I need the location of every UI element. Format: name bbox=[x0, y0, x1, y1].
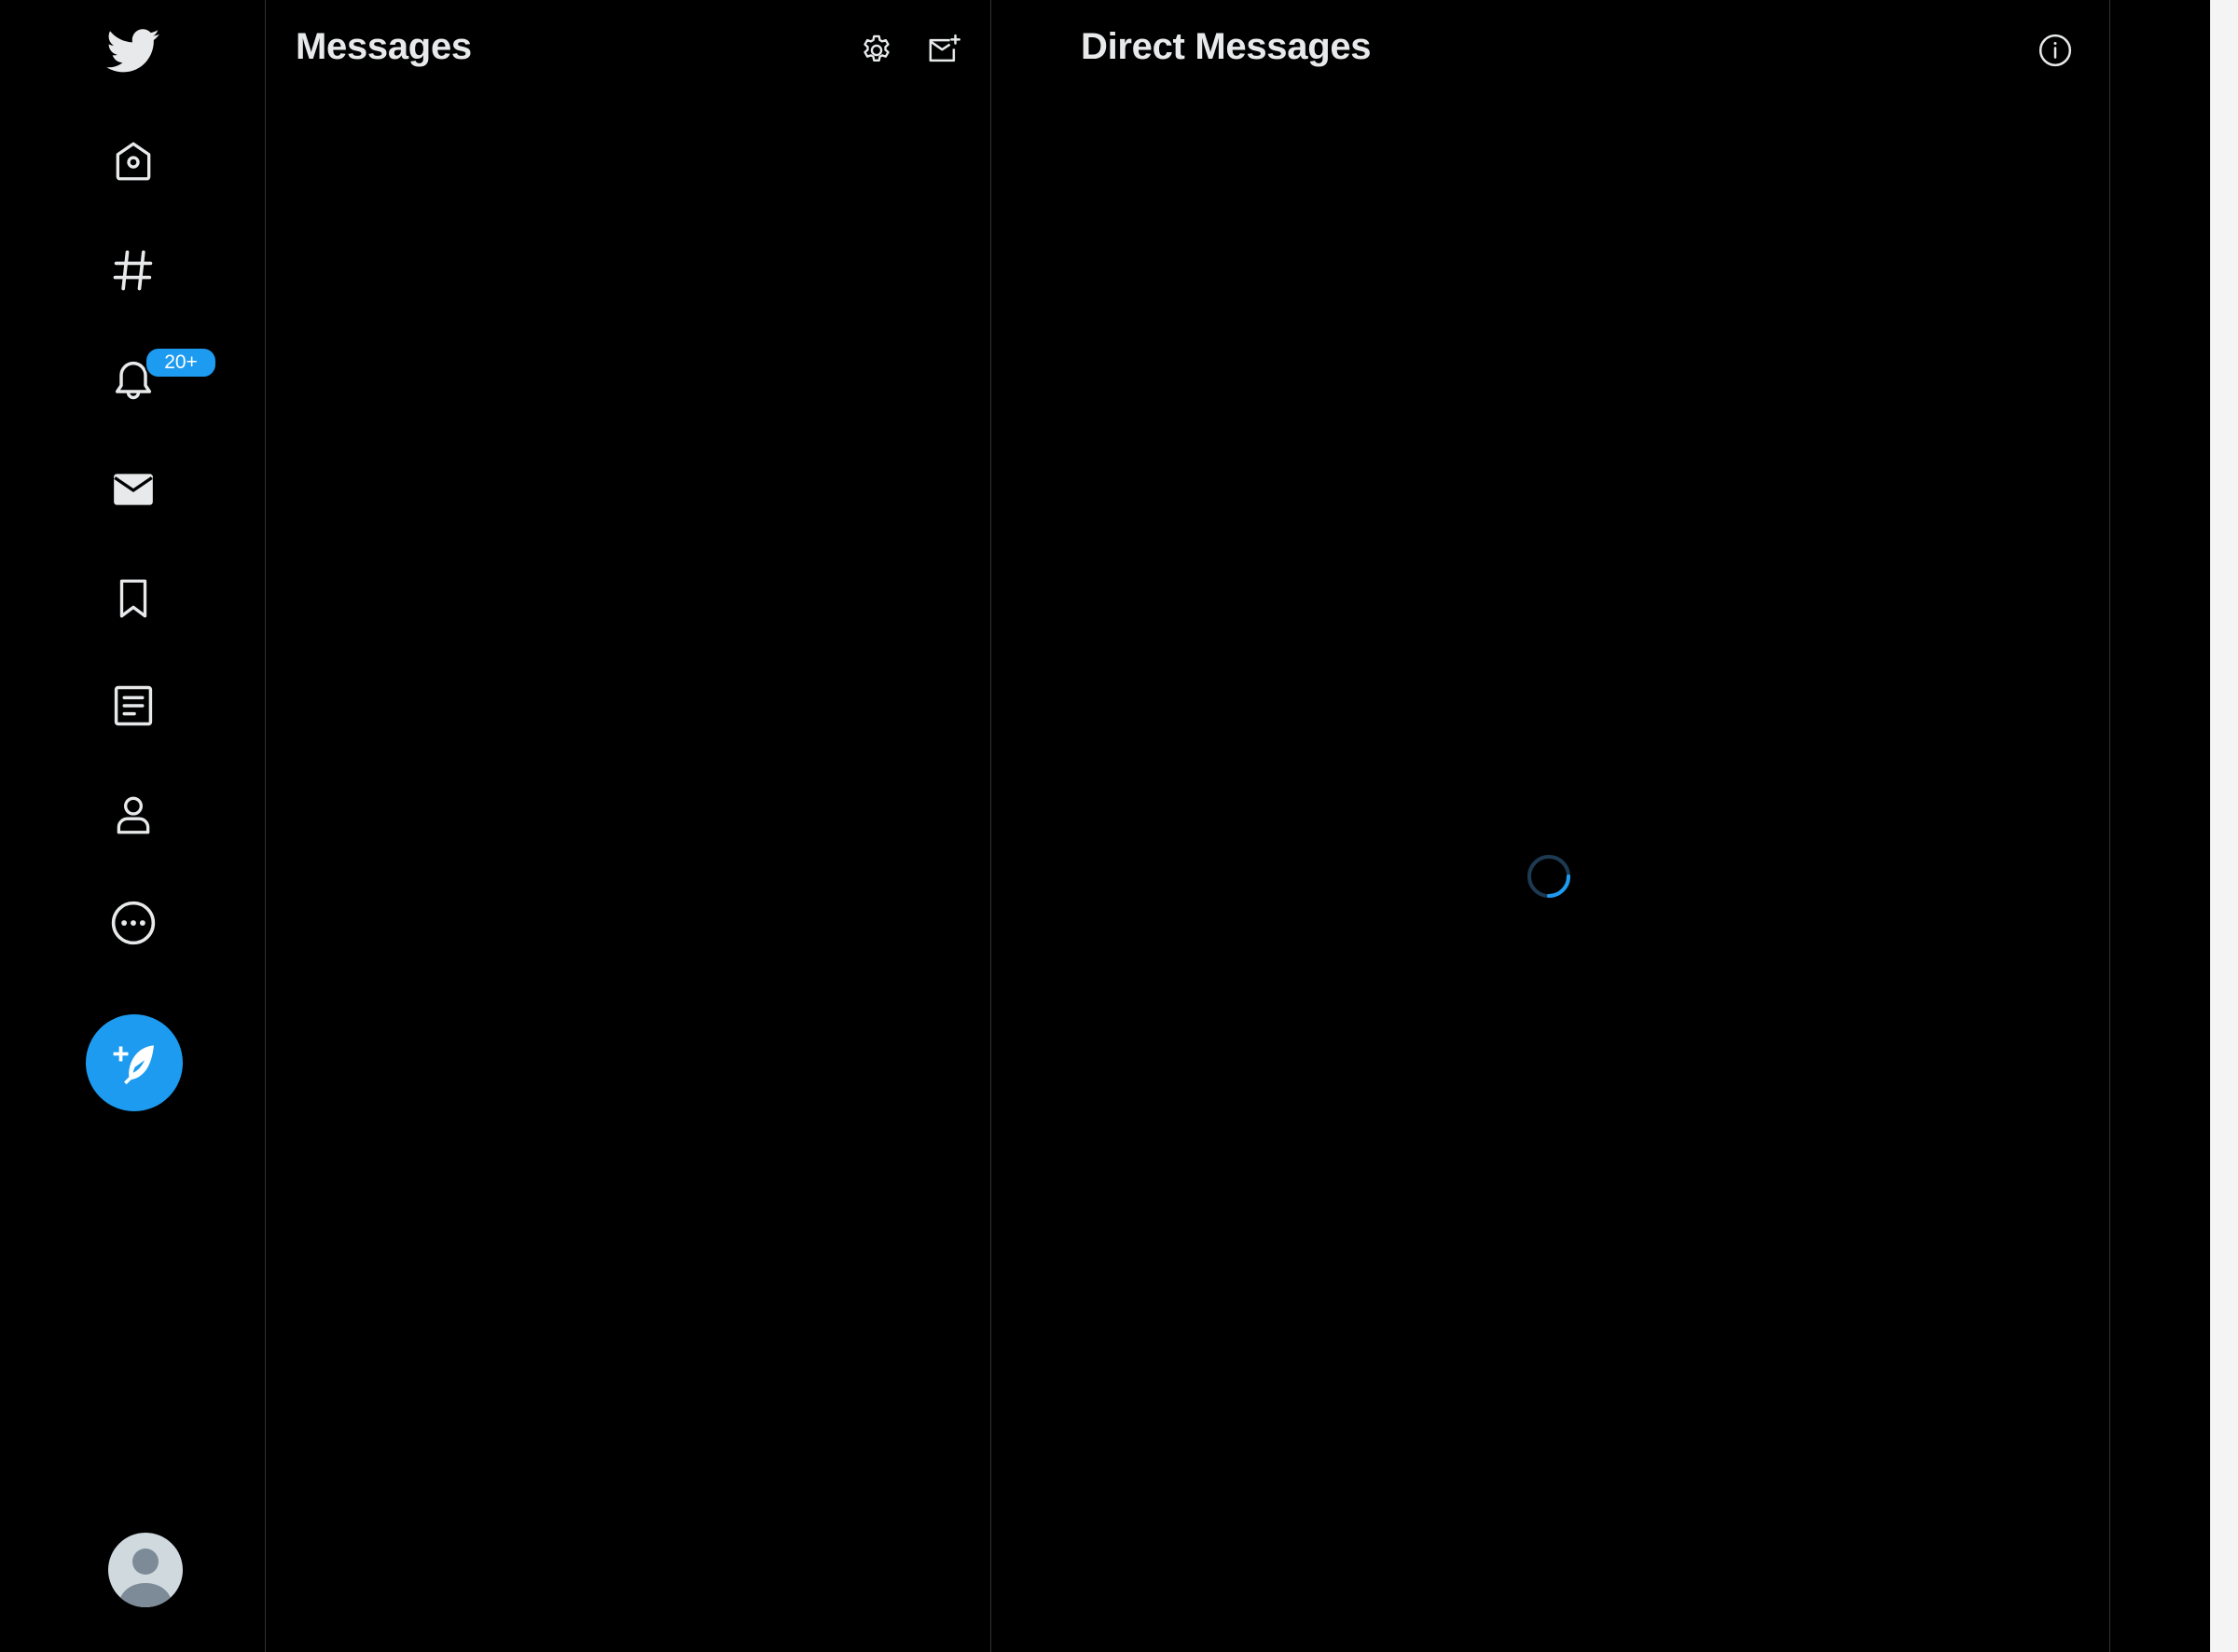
new-message-icon bbox=[929, 34, 960, 62]
conversation-info-button[interactable] bbox=[2029, 24, 2081, 76]
twitter-bird-icon bbox=[106, 29, 159, 73]
direct-messages-title: Direct Messages bbox=[1081, 26, 1372, 67]
nav-bookmarks[interactable] bbox=[96, 561, 171, 636]
hashtag-icon bbox=[113, 250, 153, 291]
nav-messages[interactable] bbox=[96, 452, 171, 527]
envelope-icon bbox=[114, 474, 153, 505]
nav-profile[interactable] bbox=[96, 778, 171, 852]
direct-messages-panel: Direct Messages bbox=[991, 0, 2110, 1652]
account-avatar[interactable] bbox=[108, 1533, 183, 1607]
gear-icon bbox=[863, 34, 890, 62]
more-circle-icon bbox=[111, 901, 156, 945]
loading-spinner-icon bbox=[1527, 855, 1570, 898]
nav-lists[interactable] bbox=[96, 668, 171, 743]
notification-badge: 20+ bbox=[145, 347, 217, 379]
messages-title: Messages bbox=[296, 26, 472, 67]
info-icon bbox=[2038, 34, 2072, 67]
compose-tweet-button[interactable] bbox=[86, 1014, 183, 1111]
messages-settings-button[interactable] bbox=[850, 24, 903, 76]
bookmark-icon bbox=[119, 579, 147, 618]
person-icon bbox=[117, 796, 150, 834]
compose-tweet-icon bbox=[113, 1045, 154, 1085]
sidebar-nav: 20+ bbox=[0, 0, 266, 1652]
new-message-button[interactable] bbox=[918, 24, 970, 76]
nav-explore[interactable] bbox=[96, 233, 171, 308]
messages-panel: Messages bbox=[266, 0, 991, 1652]
list-icon bbox=[114, 685, 153, 726]
nav-more[interactable] bbox=[96, 886, 171, 960]
home-icon bbox=[116, 142, 151, 181]
window-scrollbar-track[interactable] bbox=[2210, 0, 2238, 1652]
nav-home[interactable] bbox=[96, 124, 171, 199]
default-avatar-icon bbox=[119, 1549, 172, 1607]
twitter-logo-link[interactable] bbox=[96, 14, 171, 89]
twitter-app: 20+ Messages Direct Messages bbox=[0, 0, 2210, 1652]
